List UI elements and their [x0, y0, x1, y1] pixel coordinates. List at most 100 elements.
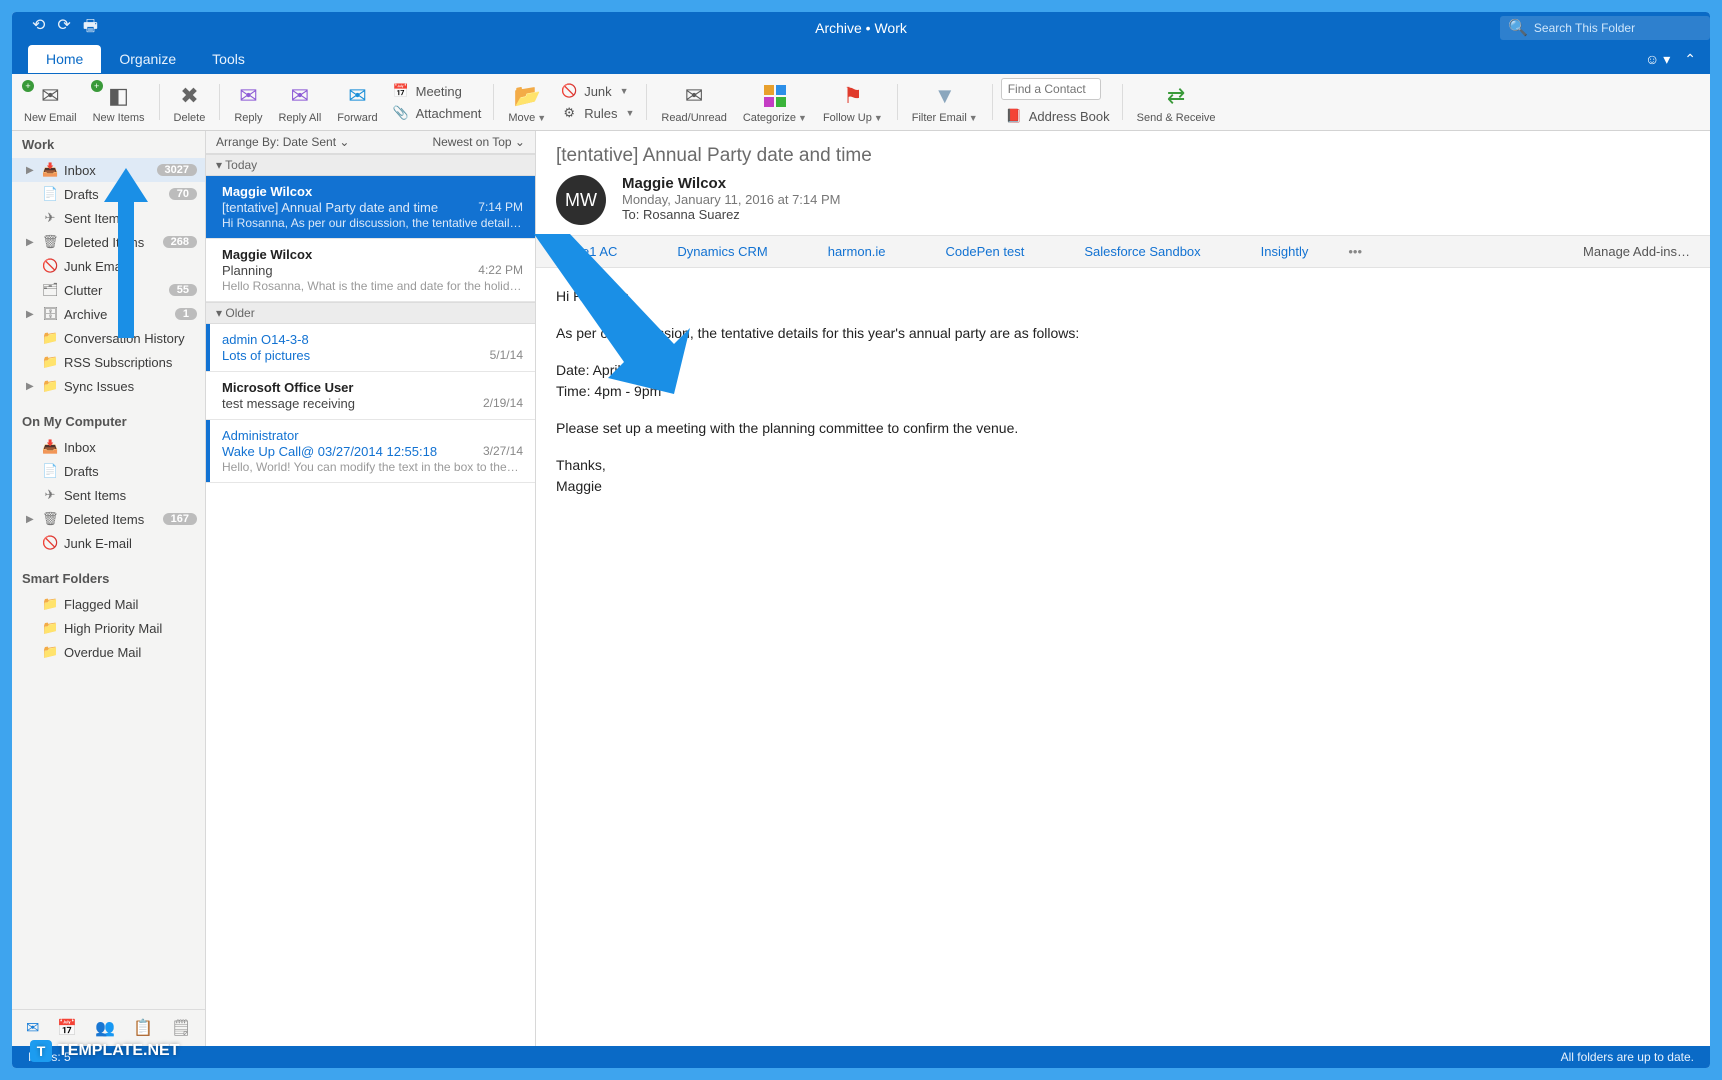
folder-inbox[interactable]: 📥Inbox [12, 435, 205, 459]
message-group-today[interactable]: ▾ Today [206, 154, 535, 176]
folder-section-smart[interactable]: Smart Folders [12, 565, 205, 592]
plus-icon: + [91, 80, 103, 92]
delete-button[interactable]: ✖Delete [168, 78, 212, 126]
categorize-icon [761, 82, 789, 110]
help-smiley-icon[interactable]: ☺ ▾ [1645, 51, 1670, 68]
rules-button[interactable]: ⚙Rules▼ [556, 103, 638, 123]
people-view-icon[interactable]: 👥 [95, 1018, 115, 1038]
chevron-icon: ▶ [26, 381, 36, 392]
sort-order-button[interactable]: Newest on Top ⌄ [432, 135, 525, 149]
undo-icon[interactable]: ⟲ [32, 15, 45, 42]
find-contact-input[interactable] [1001, 78, 1101, 100]
folder-sent-items[interactable]: ✈Sent Items [12, 206, 205, 230]
address-book-button[interactable]: 📕Address Book [1001, 106, 1114, 126]
folder-icon: 📁 [42, 644, 58, 660]
folder-section-work[interactable]: Work [12, 131, 205, 158]
follow-up-button[interactable]: ⚑Follow Up▼ [817, 78, 889, 126]
move-button[interactable]: 📂Move▼ [502, 78, 552, 126]
tab-tools[interactable]: Tools [194, 45, 263, 73]
folder-icon: 🗂 [42, 282, 58, 298]
folder-inbox[interactable]: ▶📥Inbox3027 [12, 158, 205, 182]
count-badge: 3027 [157, 164, 197, 176]
chevron-down-icon: ▼ [798, 113, 807, 123]
folder-deleted-items[interactable]: ▶🗑Deleted Items167 [12, 507, 205, 531]
folder-conversation-history[interactable]: 📁Conversation History [12, 326, 205, 350]
message-item[interactable]: Microsoft Office Usertest message receiv… [206, 372, 535, 420]
folder-icon: 🗄 [42, 306, 58, 322]
folder-junk-e-mail[interactable]: 🚫Junk E-mail [12, 531, 205, 555]
manage-addins-button[interactable]: Manage Add-ins… [1583, 244, 1690, 259]
chevron-down-icon: ▼ [969, 113, 978, 123]
folder-icon: 📁 [42, 620, 58, 636]
message-item[interactable]: AdministratorWake Up Call@ 03/27/2014 12… [206, 420, 535, 483]
addin-link[interactable]: Salesforce Sandbox [1084, 244, 1200, 259]
folder-high-priority-mail[interactable]: 📁 High Priority Mail [12, 616, 205, 640]
folder-label: Sent Items [64, 211, 197, 226]
folder-label: RSS Subscriptions [64, 355, 197, 370]
folder-flagged-mail[interactable]: 📁Flagged Mail [12, 592, 205, 616]
categorize-button[interactable]: Categorize▼ [737, 78, 813, 126]
addins-more-button[interactable]: ••• [1348, 244, 1362, 259]
reply-button[interactable]: ✉Reply [228, 78, 268, 126]
folder-label: Drafts [64, 464, 197, 479]
message-item[interactable]: Maggie WilcoxPlanning4:22 PMHello Rosann… [206, 239, 535, 302]
print-icon[interactable]: 🖶 [83, 15, 98, 42]
folder-sync-issues[interactable]: ▶📁Sync Issues [12, 374, 205, 398]
folder-label: High Priority Mail [64, 621, 197, 636]
folder-sent-items[interactable]: ✈Sent Items [12, 483, 205, 507]
search-box[interactable]: 🔍 [1500, 16, 1710, 40]
message-sender: Maggie Wilcox [222, 247, 523, 262]
mail-view-icon[interactable]: ✉ [26, 1018, 39, 1038]
new-items-button[interactable]: +◧New Items [87, 78, 151, 126]
junk-button[interactable]: 🚫Junk▼ [556, 81, 638, 101]
arrange-by-button[interactable]: Arrange By: Date Sent ⌄ [216, 135, 349, 149]
addin-link[interactable]: Insightly [1261, 244, 1309, 259]
send-receive-button[interactable]: ⇄Send & Receive [1131, 78, 1222, 126]
search-input[interactable] [1534, 21, 1702, 35]
flag-icon: ⚑ [839, 82, 867, 110]
addin-link[interactable]: Dynamics CRM [677, 244, 767, 259]
forward-button[interactable]: ✉Forward [331, 78, 383, 126]
recipient-name: Rosanna Suarez [643, 207, 740, 222]
calendar-view-icon[interactable]: 📅 [57, 1018, 77, 1038]
folder-archive[interactable]: ▶🗄Archive1 [12, 302, 205, 326]
folder-deleted-items[interactable]: ▶🗑Deleted Items268 [12, 230, 205, 254]
folder-drafts[interactable]: 📄Drafts70 [12, 182, 205, 206]
folder-icon: 📄 [42, 186, 58, 202]
redo-icon[interactable]: ⟳ [57, 15, 70, 42]
tab-home[interactable]: Home [28, 45, 101, 73]
addin-link[interactable]: CodePen test [946, 244, 1025, 259]
folder-clutter[interactable]: 🗂Clutter55 [12, 278, 205, 302]
folder-section-computer[interactable]: On My Computer [12, 408, 205, 435]
addin-link[interactable]: …bile1 AC [556, 244, 617, 259]
folder-label: Deleted Items [64, 512, 157, 527]
folder-label: Flagged Mail [64, 597, 197, 612]
filter-email-button[interactable]: ▼Filter Email▼ [906, 78, 984, 126]
reply-all-button[interactable]: ✉Reply All [272, 78, 327, 126]
tasks-view-icon[interactable]: 📋 [133, 1018, 153, 1038]
message-group-older[interactable]: ▾ Older [206, 302, 535, 324]
collapse-ribbon-icon[interactable]: ⌃ [1684, 51, 1696, 68]
new-email-button[interactable]: +✉New Email [18, 78, 83, 126]
tab-bar: Home Organize Tools ☺ ▾ ⌃ [12, 44, 1710, 74]
count-badge: 70 [169, 188, 197, 200]
message-item[interactable]: admin O14-3-8Lots of pictures5/1/14 [206, 324, 535, 372]
attachment-button[interactable]: 📎Attachment [388, 103, 486, 123]
tab-organize[interactable]: Organize [101, 45, 194, 73]
folder-junk-email[interactable]: 🚫Junk Email [12, 254, 205, 278]
folder-overdue-mail[interactable]: 📁Overdue Mail [12, 640, 205, 664]
message-item[interactable]: Maggie Wilcox[tentative] Annual Party da… [206, 176, 535, 239]
folder-label: Junk E-mail [64, 536, 197, 551]
move-icon: 📂 [513, 82, 541, 110]
read-unread-button[interactable]: ✉Read/Unread [655, 78, 732, 126]
folder-label: Inbox [64, 440, 197, 455]
notes-view-icon[interactable]: 🗒 [171, 1018, 191, 1038]
message-subject: test message receiving [222, 396, 355, 411]
items-icon: ◧ [105, 82, 133, 110]
funnel-icon: ▼ [931, 82, 959, 110]
meeting-button[interactable]: 📅Meeting [388, 81, 486, 101]
folder-rss-subscriptions[interactable]: 📁RSS Subscriptions [12, 350, 205, 374]
folder-icon: 🗑 [42, 234, 58, 250]
addin-link[interactable]: harmon.ie [828, 244, 886, 259]
folder-drafts[interactable]: 📄Drafts [12, 459, 205, 483]
